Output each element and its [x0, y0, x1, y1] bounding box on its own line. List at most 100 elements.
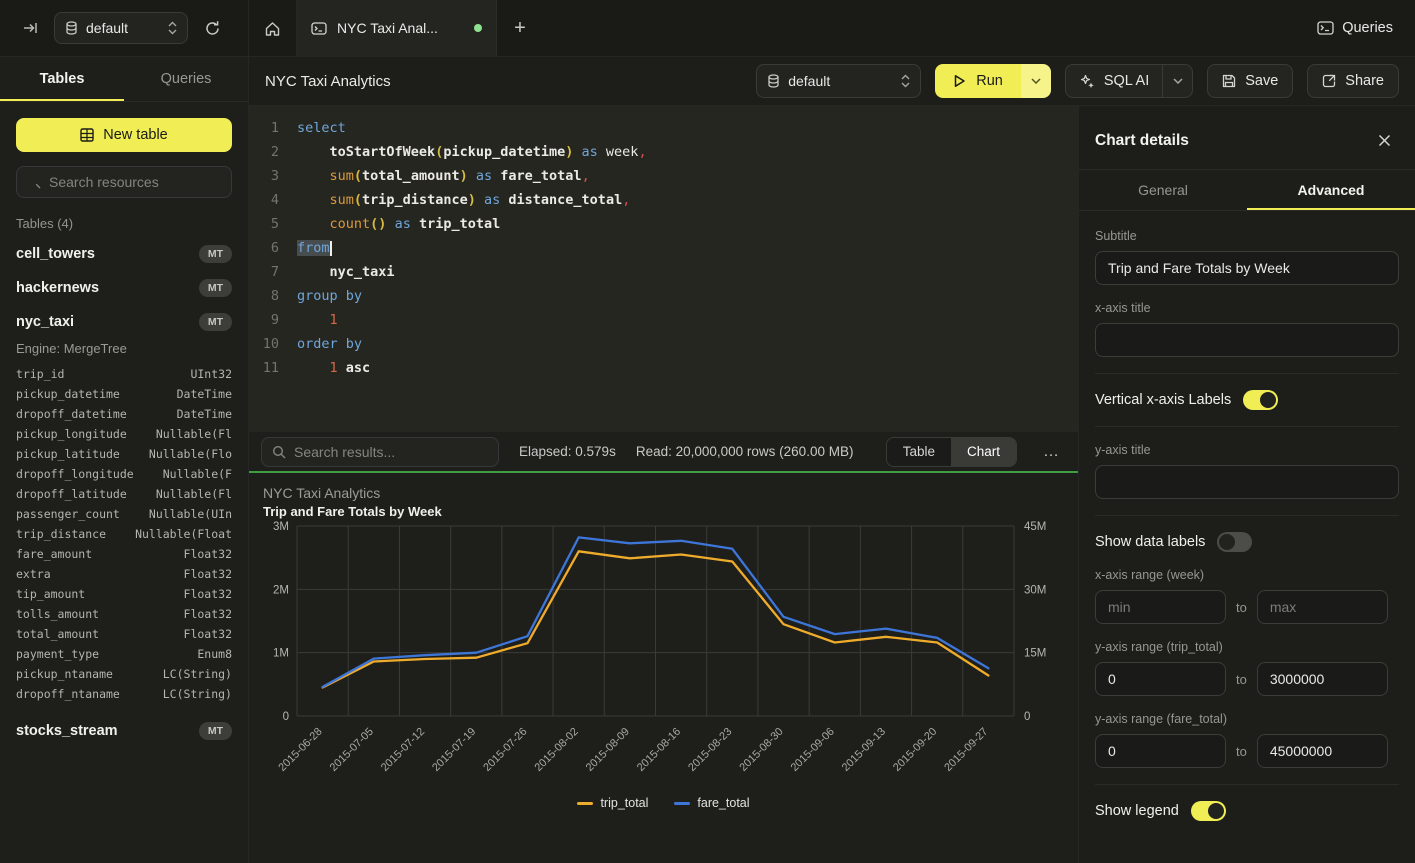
column-row[interactable]: tolls_amountFloat32 [16, 604, 232, 624]
chart-canvas[interactable]: 01M2M3M015M30M45M2015-06-282015-07-05201… [263, 519, 1064, 794]
column-row[interactable]: dropoff_longitudeNullable(F [16, 464, 232, 484]
xaxis-range-max-input[interactable] [1257, 590, 1388, 624]
tab-nyc-taxi-analytics[interactable]: NYC Taxi Anal... [297, 0, 497, 56]
home-button[interactable] [249, 0, 297, 56]
share-button[interactable]: Share [1307, 64, 1399, 98]
sidebar-search-input[interactable] [49, 174, 221, 190]
table-row[interactable]: cell_towersMT [16, 237, 232, 271]
sidebar-tab-tables[interactable]: Tables [0, 57, 124, 101]
axis-tick-label: 2015-08-09 [584, 726, 632, 774]
axis-tick-label: 2015-07-19 [430, 726, 478, 774]
results-search[interactable] [261, 437, 499, 467]
editor-line[interactable]: 11 1 asc [249, 356, 1078, 380]
query-tab-icon [311, 22, 327, 35]
new-table-button[interactable]: New table [16, 118, 232, 152]
legend-item-fare_total[interactable]: fare_total [674, 796, 749, 810]
share-icon [1322, 74, 1336, 88]
collapse-sidebar-icon[interactable] [18, 16, 42, 40]
yaxis-range-fare-max-input[interactable] [1257, 734, 1388, 768]
tables-count-label: Tables (4) [16, 216, 232, 231]
column-row[interactable]: dropoff_datetimeDateTime [16, 404, 232, 424]
legend-dash-icon [577, 802, 593, 805]
subtitle-input[interactable] [1095, 251, 1399, 285]
column-row[interactable]: trip_idUInt32 [16, 364, 232, 384]
sql-ai-options-button[interactable] [1162, 65, 1192, 97]
column-row[interactable]: pickup_ntanameLC(String) [16, 664, 232, 684]
sql-ai-button[interactable]: SQL AI [1065, 64, 1193, 98]
yaxis-range-trip-min-input[interactable] [1095, 662, 1226, 696]
queries-button[interactable]: Queries [1317, 20, 1393, 36]
table-row[interactable]: nyc_taxiMT [16, 305, 232, 339]
chart-panel: NYC Taxi Analytics Trip and Fare Totals … [249, 473, 1078, 863]
editor-line[interactable]: 8group by [249, 284, 1078, 308]
line-number: 8 [249, 284, 279, 308]
editor-line[interactable]: 4 sum(trip_distance) as distance_total, [249, 188, 1078, 212]
line-number: 3 [249, 164, 279, 188]
column-row[interactable]: tip_amountFloat32 [16, 584, 232, 604]
tab-advanced[interactable]: Advanced [1247, 170, 1415, 210]
more-options-button[interactable]: … [1037, 443, 1066, 461]
refresh-icon[interactable] [200, 16, 225, 41]
vertical-xaxis-labels-toggle[interactable] [1243, 390, 1278, 410]
tab-title: NYC Taxi Anal... [337, 20, 438, 36]
sql-ai-label: SQL AI [1104, 73, 1149, 89]
table-row[interactable]: hackernewsMT [16, 271, 232, 305]
save-button[interactable]: Save [1207, 64, 1293, 98]
line-number: 2 [249, 140, 279, 164]
view-tab-table[interactable]: Table [887, 438, 951, 466]
line-number: 6 [249, 236, 279, 260]
axis-tick-label: 45M [1024, 521, 1046, 533]
database-selector[interactable]: default [54, 12, 188, 44]
column-row[interactable]: fare_amountFloat32 [16, 544, 232, 564]
chart-details-tabs: General Advanced [1079, 169, 1415, 211]
table-row[interactable]: stocks_streamMT [16, 714, 232, 748]
legend-item-trip_total[interactable]: trip_total [577, 796, 648, 810]
show-legend-toggle[interactable] [1191, 801, 1226, 821]
editor-line[interactable]: 9 1 [249, 308, 1078, 332]
column-row[interactable]: pickup_datetimeDateTime [16, 384, 232, 404]
editor-line[interactable]: 3 sum(total_amount) as fare_total, [249, 164, 1078, 188]
column-row[interactable]: passenger_countNullable(UIn [16, 504, 232, 524]
yaxis-range-trip-label: y-axis range (trip_total) [1095, 640, 1399, 654]
yaxis-range-trip-max-input[interactable] [1257, 662, 1388, 696]
table-name: hackernews [16, 280, 99, 296]
query-database-selector[interactable]: default [756, 64, 921, 98]
yaxis-range-fare-min-input[interactable] [1095, 734, 1226, 768]
run-options-button[interactable] [1021, 64, 1051, 98]
xaxis-range-min-input[interactable] [1095, 590, 1226, 624]
line-chart[interactable]: 01M2M3M015M30M45M2015-06-282015-07-05201… [263, 519, 1063, 794]
show-data-labels-toggle[interactable] [1217, 532, 1252, 552]
view-tab-chart[interactable]: Chart [951, 438, 1016, 466]
column-row[interactable]: dropoff_latitudeNullable(Fl [16, 484, 232, 504]
editor-line[interactable]: 10order by [249, 332, 1078, 356]
column-row[interactable]: trip_distanceNullable(Float [16, 524, 232, 544]
editor-line[interactable]: 6from [249, 236, 1078, 260]
column-row[interactable]: extraFloat32 [16, 564, 232, 584]
sidebar-tab-queries[interactable]: Queries [124, 57, 248, 101]
editor-line[interactable]: 7 nyc_taxi [249, 260, 1078, 284]
column-row[interactable]: total_amountFloat32 [16, 624, 232, 644]
show-data-labels-label: Show data labels [1095, 534, 1205, 550]
axis-tick-label: 2015-08-16 [635, 726, 683, 774]
sidebar-search[interactable] [16, 166, 232, 198]
axis-tick-label: 3M [273, 521, 289, 533]
editor-line[interactable]: 5 count() as trip_total [249, 212, 1078, 236]
editor-lines: 1select2 toStartOfWeek(pickup_datetime) … [249, 116, 1078, 380]
editor-line[interactable]: 1select [249, 116, 1078, 140]
tab-general[interactable]: General [1079, 170, 1247, 210]
new-tab-button[interactable]: + [497, 0, 543, 56]
column-row[interactable]: pickup_longitudeNullable(Fl [16, 424, 232, 444]
close-icon[interactable] [1374, 130, 1395, 151]
yaxis-title-input[interactable] [1095, 465, 1399, 499]
run-button[interactable]: Run [935, 64, 1021, 98]
legend-label: trip_total [600, 796, 648, 810]
column-row[interactable]: payment_typeEnum8 [16, 644, 232, 664]
column-row[interactable]: pickup_latitudeNullable(Flo [16, 444, 232, 464]
sql-editor[interactable]: 1select2 toStartOfWeek(pickup_datetime) … [249, 106, 1078, 431]
results-search-input[interactable] [294, 444, 488, 460]
subtitle-label: Subtitle [1095, 229, 1399, 243]
column-row[interactable]: dropoff_ntanameLC(String) [16, 684, 232, 704]
xaxis-title-input[interactable] [1095, 323, 1399, 357]
editor-line[interactable]: 2 toStartOfWeek(pickup_datetime) as week… [249, 140, 1078, 164]
query-header: NYC Taxi Analytics default Run [249, 57, 1415, 106]
